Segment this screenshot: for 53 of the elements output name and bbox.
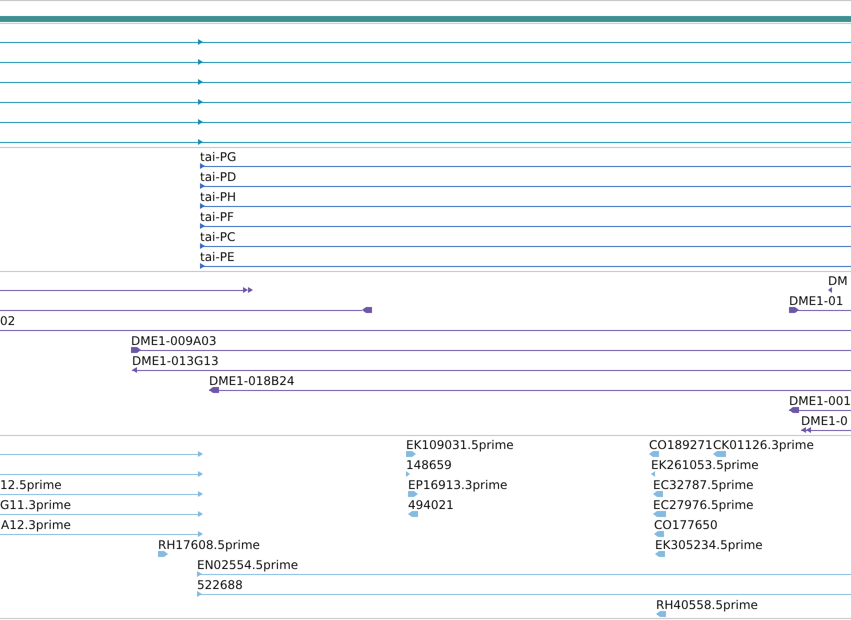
feature-label: 148659	[406, 458, 452, 472]
feature-arrow[interactable]	[200, 222, 851, 230]
feature-arrow[interactable]	[200, 262, 851, 270]
feature-arrow[interactable]	[789, 406, 851, 414]
feature-arrow[interactable]	[200, 182, 851, 190]
feature-label: tai-PD	[200, 170, 236, 184]
feature-arrow[interactable]	[0, 286, 254, 294]
feature-label: DME1-009A03	[131, 334, 217, 348]
feature-label: DME1-018B24	[209, 374, 295, 388]
feature-arrow[interactable]	[0, 118, 851, 126]
feature-label: RH40558.5prime	[656, 598, 758, 612]
feature-label: DM	[828, 274, 848, 288]
feature-arrow[interactable]	[200, 202, 851, 210]
feature-label: 12.5prime	[0, 478, 62, 492]
feature-arrow[interactable]	[0, 98, 851, 106]
feature-label: DME1-0	[801, 414, 848, 428]
feature-label: RH17608.5prime	[158, 538, 260, 552]
feature-arrow[interactable]	[0, 58, 851, 66]
feature-arrow[interactable]	[0, 138, 851, 146]
feature-label: DME1-001	[789, 394, 851, 408]
feature-arrow[interactable]	[209, 386, 851, 394]
feature-arrow[interactable]	[132, 366, 851, 374]
feature-label: EK261053.5prime	[651, 458, 759, 472]
feature-label: EK305234.5prime	[655, 538, 763, 552]
feature-label: EN02554.5prime	[197, 558, 298, 572]
feature-label: DME1-01	[789, 294, 844, 308]
feature-label: 522688	[197, 578, 243, 592]
feature-arrow[interactable]	[0, 38, 851, 46]
feature-label: CO189271	[649, 438, 713, 452]
feature-label: EC32787.5prime	[653, 478, 754, 492]
feature-label: A12.3prime	[1, 518, 71, 532]
feature-arrow[interactable]	[0, 306, 372, 314]
feature-arrow[interactable]	[200, 162, 851, 170]
feature-label: tai-PG	[200, 150, 236, 164]
feature-label: DME1-013G13	[132, 354, 219, 368]
feature-label: CK01126.3prime	[713, 438, 814, 452]
feature-label: CO177650	[654, 518, 718, 532]
feature-label: G11.3prime	[0, 498, 71, 512]
feature-label: tai-PC	[200, 230, 236, 244]
feature-label: 02	[0, 314, 16, 328]
feature-arrow[interactable]	[200, 242, 851, 250]
feature-label: EK109031.5prime	[406, 438, 514, 452]
feature-arrow[interactable]	[828, 286, 833, 294]
feature-arrow[interactable]	[789, 306, 851, 314]
feature-label: tai-PE	[200, 250, 235, 264]
feature-arrow[interactable]	[131, 346, 851, 354]
feature-label: 494021	[408, 498, 454, 512]
feature-label: EC27976.5prime	[653, 498, 754, 512]
feature-label: EP16913.3prime	[408, 478, 508, 492]
feature-arrow[interactable]	[801, 426, 851, 434]
feature-label: tai-PH	[200, 190, 236, 204]
feature-arrow[interactable]	[0, 78, 851, 86]
feature-label: tai-PF	[200, 210, 234, 224]
